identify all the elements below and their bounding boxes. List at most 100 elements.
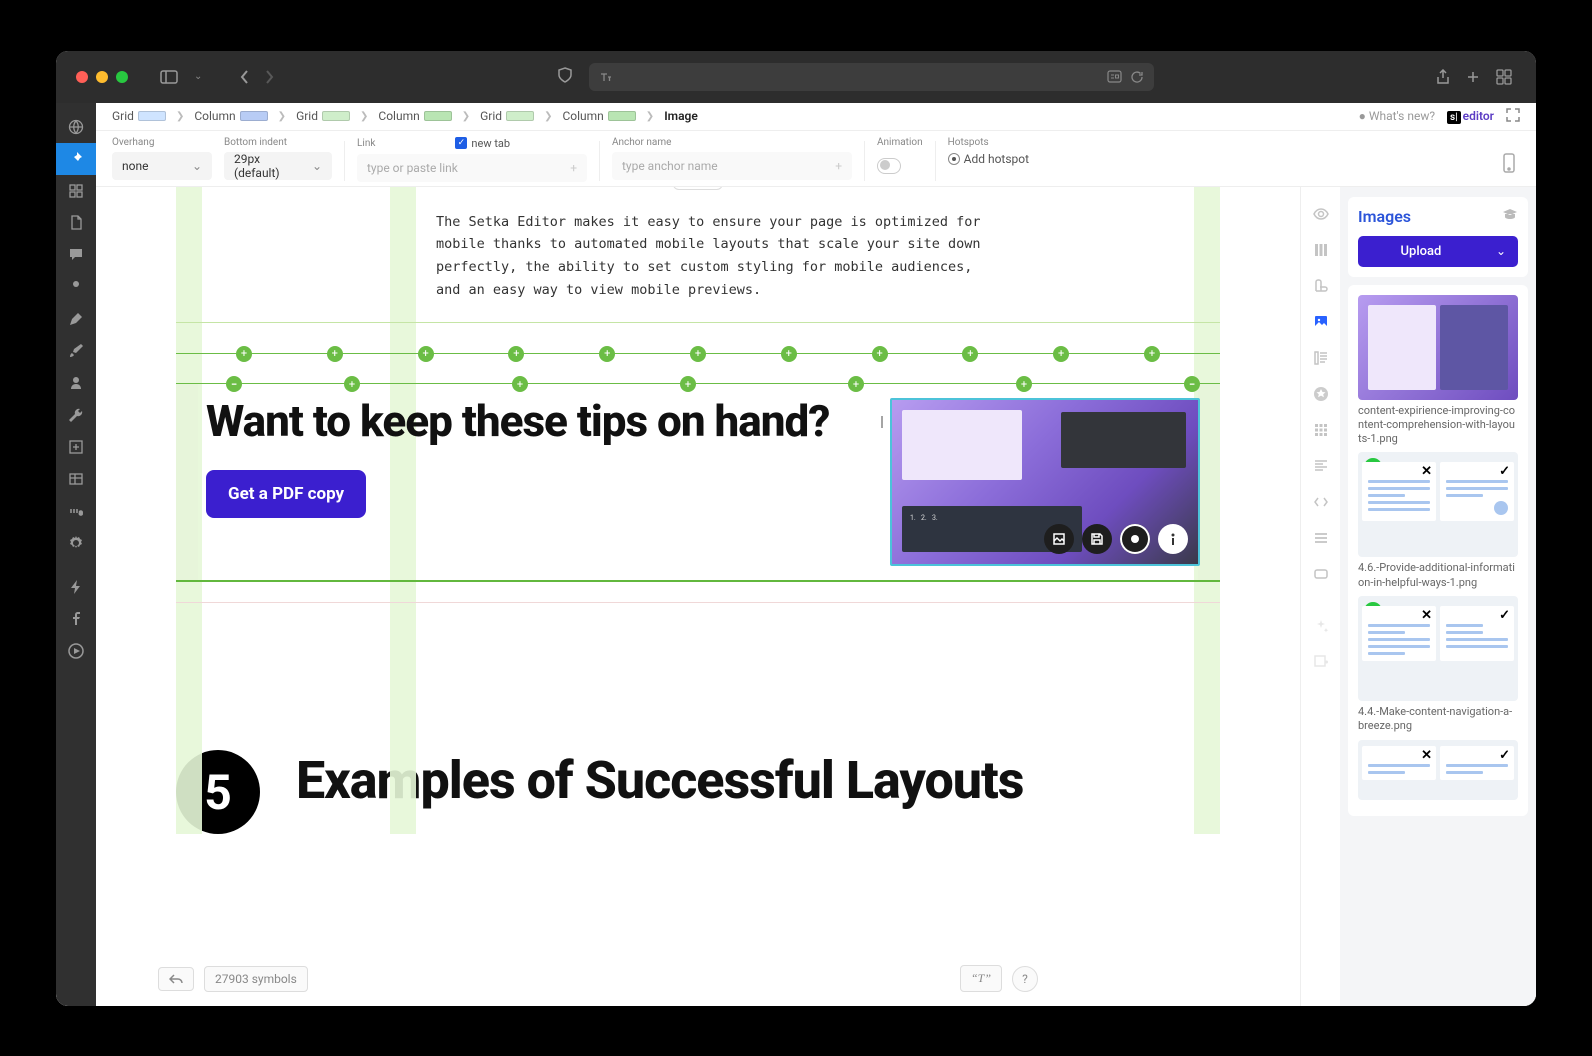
nav-pin-icon[interactable] — [56, 143, 96, 175]
image-thumbnail[interactable] — [1358, 295, 1518, 400]
nav-plus-box-icon[interactable] — [56, 431, 96, 463]
rail-align-icon[interactable] — [1301, 449, 1341, 483]
cta-heading[interactable]: Want to keep these tips on hand? — [206, 398, 850, 444]
insert-plus-icon[interactable]: + — [781, 346, 797, 362]
tab-overview-icon[interactable] — [1492, 65, 1516, 89]
breadcrumb-item-grid-3[interactable]: Grid — [480, 109, 534, 123]
insert-plus-icon[interactable]: + — [327, 346, 343, 362]
collapse-handle[interactable]: ⌄ — [673, 187, 723, 190]
nav-wrench-icon[interactable] — [56, 399, 96, 431]
plus-icon[interactable]: + — [570, 161, 577, 175]
anchor-input[interactable]: type anchor name+ — [612, 152, 852, 180]
nav-brush-icon[interactable] — [56, 335, 96, 367]
breadcrumb-item-column-2[interactable]: Column — [378, 109, 451, 123]
reload-icon[interactable] — [1130, 70, 1144, 84]
rail-add-icon[interactable] — [1301, 645, 1341, 679]
fullscreen-icon[interactable] — [1506, 108, 1520, 125]
heading-block[interactable]: 5 Examples of Successful Layouts — [176, 730, 1220, 834]
forward-button[interactable] — [261, 66, 278, 88]
breadcrumb-item-column-1[interactable]: Column — [194, 109, 267, 123]
rail-sparkle-icon[interactable] — [1301, 609, 1341, 643]
mobile-preview-icon[interactable] — [1502, 137, 1516, 177]
insert-plus-icon[interactable]: + — [599, 346, 615, 362]
nav-bolt-icon[interactable] — [56, 571, 96, 603]
graduation-cap-icon[interactable] — [1502, 207, 1518, 226]
insert-plus-icon[interactable]: + — [872, 346, 888, 362]
link-input[interactable]: type or paste link+ — [357, 154, 587, 182]
insert-plus-icon[interactable]: + — [236, 346, 252, 362]
help-icon[interactable]: ? — [1012, 966, 1038, 992]
privacy-shield-icon[interactable] — [557, 67, 573, 87]
insert-plus-icon[interactable]: + — [690, 346, 706, 362]
insert-plus-icon[interactable]: + — [962, 346, 978, 362]
rail-code-icon[interactable] — [1301, 485, 1341, 519]
rail-visibility-icon[interactable] — [1301, 197, 1341, 231]
nav-globe-icon[interactable] — [56, 111, 96, 143]
insert-plus-icon[interactable]: + — [512, 376, 528, 392]
address-bar[interactable] — [589, 63, 1154, 91]
insert-plus-icon[interactable]: + — [1053, 346, 1069, 362]
insert-plus-icon[interactable]: + — [344, 376, 360, 392]
breadcrumb-item-image[interactable]: Image — [664, 109, 698, 123]
window-minimize-button[interactable] — [96, 71, 108, 83]
image-thumbnail[interactable]: ✓ ✕ ✓ — [1358, 452, 1518, 557]
window-close-button[interactable] — [76, 71, 88, 83]
cta-grid-block[interactable]: − + + + + + − Want — [176, 383, 1220, 582]
remove-column-icon[interactable]: − — [226, 376, 242, 392]
back-button[interactable] — [236, 66, 253, 88]
whats-new-link[interactable]: ● What's new? — [1359, 109, 1435, 123]
nav-pushpin-icon[interactable] — [56, 271, 96, 303]
nav-pen-icon[interactable] — [56, 303, 96, 335]
image-thumbnail[interactable]: ✓ ✕ ✓ — [1358, 596, 1518, 701]
reader-icon[interactable] — [1107, 70, 1122, 83]
drag-handle-icon[interactable] — [881, 416, 883, 428]
nav-comment-icon[interactable] — [56, 239, 96, 271]
new-tab-checkbox[interactable]: ✓ new tab — [455, 137, 510, 150]
rail-swatch-icon[interactable] — [1301, 269, 1341, 303]
insert-row[interactable]: + + + + + + + + + + — [176, 323, 1220, 383]
insert-plus-icon[interactable]: + — [680, 376, 696, 392]
image-tool-info-icon[interactable] — [1158, 524, 1188, 554]
breadcrumb-item-grid-1[interactable]: Grid — [112, 109, 166, 123]
insert-plus-icon[interactable]: + — [848, 376, 864, 392]
nav-play-icon[interactable] — [56, 635, 96, 667]
nav-table-icon[interactable] — [56, 463, 96, 495]
share-icon[interactable] — [1432, 65, 1454, 89]
chevron-down-icon[interactable]: ⌄ — [190, 67, 206, 86]
insert-plus-icon[interactable]: + — [418, 346, 434, 362]
cta-button[interactable]: Get a PDF copy — [206, 470, 366, 518]
nav-gear-icon[interactable] — [56, 527, 96, 559]
remove-column-icon[interactable]: − — [1184, 376, 1200, 392]
insert-plus-icon[interactable]: + — [508, 346, 524, 362]
undo-button[interactable] — [158, 967, 194, 991]
selected-image[interactable]: 1. 2. 3. — [890, 398, 1200, 566]
nav-user-icon[interactable] — [56, 367, 96, 399]
overhang-select[interactable]: none — [112, 152, 212, 180]
rail-star-icon[interactable] — [1301, 377, 1341, 411]
window-maximize-button[interactable] — [116, 71, 128, 83]
breadcrumb-item-column-3[interactable]: Column — [562, 109, 635, 123]
insert-plus-icon[interactable]: + — [1016, 376, 1032, 392]
breadcrumb-item-grid-2[interactable]: Grid — [296, 109, 350, 123]
plus-icon[interactable]: + — [835, 159, 842, 173]
rail-text-columns-icon[interactable] — [1301, 341, 1341, 375]
sidebar-toggle-icon[interactable] — [156, 66, 182, 88]
insert-plus-icon[interactable]: + — [1144, 346, 1160, 362]
bottom-indent-select[interactable]: 29px (default) — [224, 152, 332, 180]
nav-grid-icon[interactable] — [56, 175, 96, 207]
nav-code-icon[interactable]: s — [56, 495, 96, 527]
rail-rect-icon[interactable] — [1301, 557, 1341, 591]
image-tool-record-icon[interactable] — [1120, 524, 1150, 554]
rail-image-icon[interactable] — [1301, 305, 1341, 339]
paragraph-block[interactable]: The Setka Editor makes it easy to ensure… — [416, 197, 1016, 323]
canvas[interactable]: ⌄ The Setka Editor makes it easy to ensu… — [96, 187, 1300, 1006]
add-hotspot-button[interactable]: Add hotspot — [948, 152, 1029, 166]
rail-columns-icon[interactable] — [1301, 233, 1341, 267]
image-tool-gallery-icon[interactable] — [1044, 524, 1074, 554]
rail-lines-icon[interactable] — [1301, 521, 1341, 555]
rail-grid-icon[interactable] — [1301, 413, 1341, 447]
animation-toggle[interactable] — [877, 158, 901, 174]
image-thumbnail[interactable]: ✓ ✕ ✓ — [1358, 740, 1518, 800]
nav-document-icon[interactable] — [56, 207, 96, 239]
nav-facebook-icon[interactable] — [56, 603, 96, 635]
